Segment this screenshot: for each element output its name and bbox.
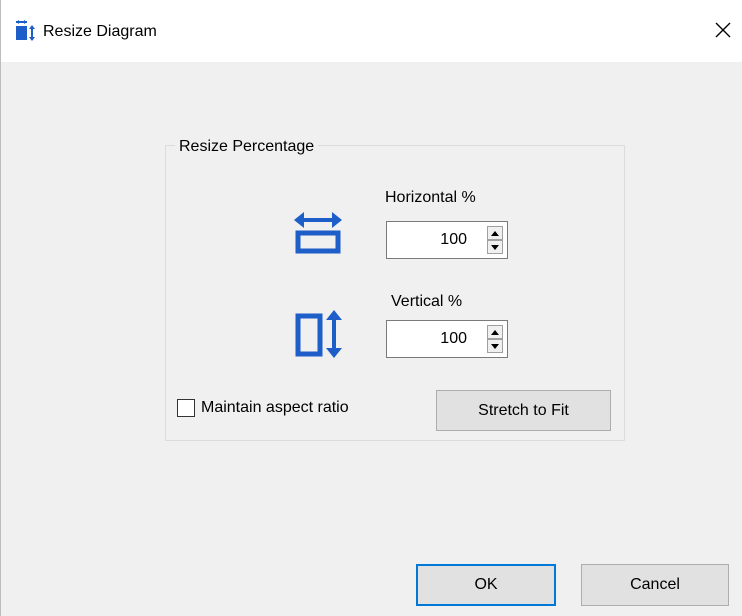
horizontal-decrement-button[interactable] [487, 240, 503, 254]
horizontal-increment-button[interactable] [487, 226, 503, 240]
stretch-to-fit-button[interactable]: Stretch to Fit [436, 390, 611, 431]
maintain-aspect-ratio-row[interactable]: Maintain aspect ratio [177, 397, 349, 419]
cancel-button[interactable]: Cancel [581, 564, 729, 606]
vertical-decrement-button[interactable] [487, 339, 503, 353]
vertical-resize-icon [295, 310, 342, 358]
resize-diagram-dialog: Resize Diagram Resize Percentage Horizon… [0, 0, 742, 616]
title-bar: Resize Diagram [1, 0, 742, 62]
horizontal-resize-icon [294, 212, 342, 254]
vertical-percent-value[interactable]: 100 [387, 321, 467, 357]
spin-down-icon [491, 343, 499, 349]
horizontal-percent-spinbox[interactable]: 100 [386, 221, 508, 259]
vertical-percent-spinbox[interactable]: 100 [386, 320, 508, 358]
spin-up-icon [491, 329, 499, 335]
resize-diagram-icon [16, 20, 35, 41]
horizontal-percent-value[interactable]: 100 [387, 222, 467, 258]
vertical-label: Vertical % [391, 293, 463, 310]
maintain-aspect-ratio-label[interactable]: Maintain aspect ratio [201, 399, 349, 417]
horizontal-label: Horizontal % [385, 189, 476, 206]
vertical-increment-button[interactable] [487, 325, 503, 339]
maintain-aspect-ratio-checkbox[interactable] [177, 399, 195, 417]
group-label: Resize Percentage [175, 136, 319, 158]
close-icon [715, 22, 731, 38]
ok-button[interactable]: OK [416, 564, 556, 606]
spin-down-icon [491, 244, 499, 250]
dialog-title: Resize Diagram [43, 23, 157, 40]
spin-up-icon [491, 230, 499, 236]
close-button[interactable] [703, 10, 742, 50]
